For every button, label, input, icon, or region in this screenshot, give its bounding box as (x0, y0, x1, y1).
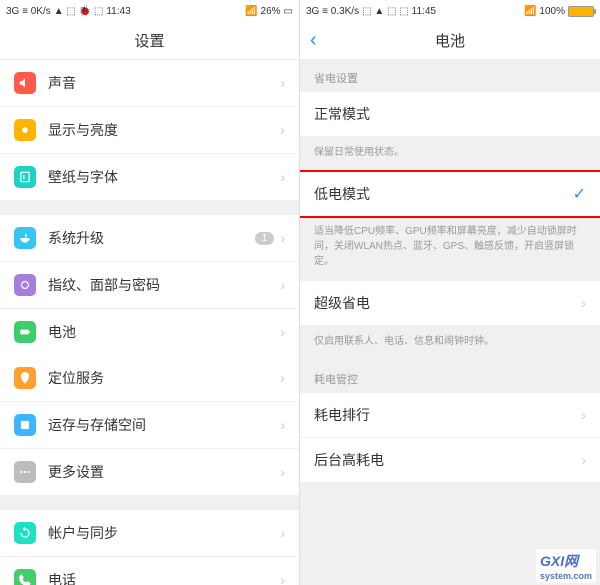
status-bar-right: 3G ≡ 0.3K/s ⬚ ▲ ⬚ ⬚ 11:45 📶 100% (300, 0, 600, 22)
settings-screen: 3G ≡ 0K/s ▲ ⬚ 🐞 ⬚ 11:43 📶 26% ▭ 设置 声音 › … (0, 0, 300, 585)
super-mode-desc: 仅启用联系人、电话、信息和闹钟时钟。 (300, 326, 600, 361)
chevron-right-icon: › (280, 370, 285, 386)
sound-icon (14, 72, 36, 94)
watermark-main: GXI网 (540, 553, 578, 569)
row-phone[interactable]: 电话 › (0, 557, 299, 585)
row-label: 耗电排行 (314, 405, 575, 425)
section-power-control: 耗电管控 (300, 361, 600, 393)
row-wallpaper[interactable]: 壁纸与字体 › (0, 154, 299, 201)
row-label: 系统升级 (48, 228, 255, 248)
chevron-right-icon: › (280, 324, 285, 340)
badge-count: 1 (255, 232, 275, 245)
highlight-low-mode: 低电模式 ✓ (300, 170, 600, 218)
row-label: 指纹、面部与密码 (48, 275, 274, 295)
row-super-mode[interactable]: 超级省电 › (300, 281, 600, 326)
row-sound[interactable]: 声音 › (0, 60, 299, 107)
battery-text: 26% (261, 6, 281, 17)
battery-icon: ▭ (284, 6, 293, 17)
update-icon (14, 227, 36, 249)
battery-screen: 3G ≡ 0.3K/s ⬚ ▲ ⬚ ⬚ 11:45 📶 100% ‹ 电池 省电… (300, 0, 600, 585)
wifi-icon: 📶 (524, 6, 536, 17)
phone-icon (14, 569, 36, 585)
battery-icon (14, 321, 36, 343)
row-update[interactable]: 系统升级 1 › (0, 215, 299, 262)
row-label: 显示与亮度 (48, 120, 274, 140)
row-storage[interactable]: 运存与存储空间 › (0, 402, 299, 449)
chevron-right-icon: › (280, 464, 285, 480)
status-time: 11:43 (106, 6, 130, 17)
row-background-power[interactable]: 后台高耗电 › (300, 438, 600, 483)
low-mode-desc: 适当降低CPU频率、GPU频率和屏幕亮度，减少自动锁屏时间，关闭WLAN热点、蓝… (300, 216, 600, 281)
battery-text: 100% (539, 6, 565, 17)
header-right: ‹ 电池 (300, 22, 600, 60)
network-status: 3G ≡ 0K/s (6, 6, 51, 17)
battery-full-icon (568, 6, 594, 17)
row-normal-mode[interactable]: 正常模式 (300, 92, 600, 137)
chevron-right-icon: › (581, 452, 586, 468)
page-title: 电池 (435, 30, 465, 51)
wallpaper-icon (14, 166, 36, 188)
row-battery[interactable]: 电池 › (0, 309, 299, 355)
row-fingerprint[interactable]: 指纹、面部与密码 › (0, 262, 299, 309)
location-icon (14, 367, 36, 389)
status-icons: ⬚ ▲ ⬚ ⬚ (362, 6, 409, 17)
row-label: 超级省电 (314, 293, 575, 313)
chevron-right-icon: › (280, 572, 285, 585)
row-label: 帐户与同步 (48, 523, 274, 543)
chevron-right-icon: › (280, 525, 285, 541)
chevron-right-icon: › (581, 407, 586, 423)
row-label: 更多设置 (48, 462, 274, 482)
row-label: 低电模式 (314, 184, 573, 204)
row-label: 正常模式 (314, 104, 586, 124)
storage-icon (14, 414, 36, 436)
chevron-right-icon: › (280, 122, 285, 138)
header-left: 设置 (0, 22, 299, 60)
checkmark-icon: ✓ (573, 184, 586, 204)
highlight-battery: 电池 › (0, 307, 299, 357)
display-icon (14, 119, 36, 141)
row-sync[interactable]: 帐户与同步 › (0, 510, 299, 557)
chevron-right-icon: › (280, 230, 285, 246)
chevron-right-icon: › (280, 75, 285, 91)
chevron-right-icon: › (280, 277, 285, 293)
sync-icon (14, 522, 36, 544)
row-label: 定位服务 (48, 368, 274, 388)
page-title: 设置 (134, 30, 164, 51)
row-location[interactable]: 定位服务 › (0, 355, 299, 402)
status-time: 11:45 (412, 6, 436, 17)
more-icon (14, 461, 36, 483)
row-label: 声音 (48, 73, 274, 93)
row-power-rank[interactable]: 耗电排行 › (300, 393, 600, 438)
chevron-right-icon: › (280, 169, 285, 185)
section-power-saving: 省电设置 (300, 60, 600, 92)
row-label: 后台高耗电 (314, 450, 575, 470)
row-low-mode[interactable]: 低电模式 ✓ (300, 172, 600, 216)
back-button[interactable]: ‹ (310, 29, 317, 52)
chevron-right-icon: › (280, 417, 285, 433)
chevron-right-icon: › (581, 295, 586, 311)
watermark-sub: system.com (540, 571, 592, 581)
wifi-icon: 📶 (245, 6, 257, 17)
row-display[interactable]: 显示与亮度 › (0, 107, 299, 154)
fingerprint-icon (14, 274, 36, 296)
row-label: 电池 (48, 322, 274, 342)
watermark: GXI网 system.com (536, 549, 596, 583)
row-more[interactable]: 更多设置 › (0, 449, 299, 496)
status-icons: ▲ ⬚ 🐞 ⬚ (54, 6, 104, 17)
status-bar-left: 3G ≡ 0K/s ▲ ⬚ 🐞 ⬚ 11:43 📶 26% ▭ (0, 0, 299, 22)
network-status: 3G ≡ 0.3K/s (306, 6, 359, 17)
row-label: 电话 (48, 570, 274, 585)
normal-mode-desc: 保留日常使用状态。 (300, 137, 600, 172)
row-label: 壁纸与字体 (48, 167, 274, 187)
row-label: 运存与存储空间 (48, 415, 274, 435)
